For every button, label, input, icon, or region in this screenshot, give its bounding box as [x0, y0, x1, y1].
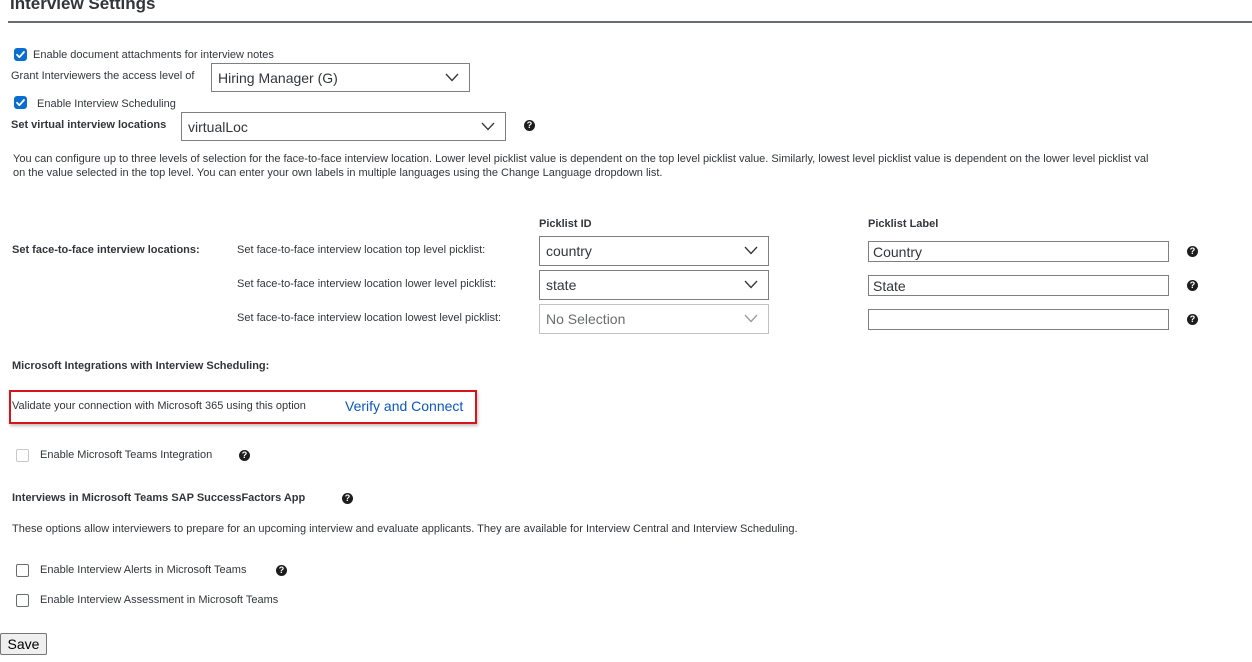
- interview-alerts-help-icon[interactable]: ?: [276, 565, 287, 576]
- top-level-picklist-value: country: [546, 243, 592, 259]
- page-title: Interview Settings: [10, 0, 156, 13]
- lowest-level-label-input[interactable]: [868, 309, 1169, 330]
- info-line-1: You can configure up to three levels of …: [13, 153, 1149, 165]
- picklist-id-header: Picklist ID: [539, 218, 592, 230]
- lower-level-picklist-label: Set face-to-face interview location lowe…: [237, 278, 497, 290]
- verify-and-connect-link[interactable]: Verify and Connect: [345, 398, 463, 414]
- lowest-level-help-icon[interactable]: ?: [1187, 314, 1198, 325]
- lower-level-picklist-value: state: [546, 277, 577, 293]
- info-line-2: on the value selected in the top level. …: [13, 167, 663, 179]
- teams-integration-help-icon[interactable]: ?: [239, 450, 250, 461]
- interview-alerts-label: Enable Interview Alerts in Microsoft Tea…: [40, 564, 247, 576]
- grant-access-label: Grant Interviewers the access level of: [11, 70, 195, 82]
- virtual-locations-value: virtualLoc: [188, 118, 248, 135]
- checkmark-icon: [16, 99, 25, 107]
- teams-app-heading: Interviews in Microsoft Teams SAP Succes…: [12, 492, 306, 504]
- doc-attachments-checkbox[interactable]: [14, 48, 27, 61]
- lower-level-help-icon[interactable]: ?: [1187, 280, 1198, 291]
- lowest-level-picklist-label: Set face-to-face interview location lowe…: [237, 312, 502, 324]
- lowest-level-picklist-value: No Selection: [546, 311, 626, 327]
- teams-integration-label: Enable Microsoft Teams Integration: [40, 449, 213, 461]
- grant-access-value: Hiring Manager (G): [218, 69, 338, 86]
- face-to-face-section-label: Set face-to-face interview locations:: [12, 244, 200, 256]
- scheduling-label: Enable Interview Scheduling: [37, 98, 176, 110]
- teams-app-description: These options allow interviewers to prep…: [12, 523, 798, 535]
- top-level-picklist-select[interactable]: country: [539, 236, 769, 266]
- lower-level-label-value: State: [873, 277, 906, 294]
- scheduling-checkbox[interactable]: [14, 96, 27, 109]
- lowest-level-picklist-select[interactable]: No Selection: [539, 304, 769, 334]
- validate-connection-text: Validate your connection with Microsoft …: [12, 400, 306, 412]
- grant-access-select[interactable]: Hiring Manager (G): [211, 63, 470, 92]
- doc-attachments-label: Enable document attachments for intervie…: [33, 49, 274, 61]
- top-level-picklist-label: Set face-to-face interview location top …: [237, 244, 486, 256]
- chevron-down-icon: [445, 73, 459, 81]
- chevron-down-icon: [744, 314, 758, 323]
- chevron-down-icon: [481, 122, 495, 130]
- lower-level-picklist-select[interactable]: state: [539, 270, 769, 300]
- chevron-down-icon: [744, 246, 758, 255]
- microsoft-integrations-heading: Microsoft Integrations with Interview Sc…: [12, 360, 270, 372]
- top-level-label-input[interactable]: Country: [868, 241, 1169, 262]
- teams-integration-checkbox[interactable]: [16, 449, 29, 462]
- virtual-locations-select[interactable]: virtualLoc: [181, 112, 506, 141]
- interview-alerts-checkbox[interactable]: [16, 564, 29, 577]
- title-divider: [8, 21, 1252, 23]
- lower-level-label-input[interactable]: State: [868, 275, 1169, 296]
- chevron-down-icon: [744, 280, 758, 289]
- top-level-label-value: Country: [873, 243, 923, 260]
- top-level-help-icon[interactable]: ?: [1187, 246, 1198, 257]
- picklist-label-header: Picklist Label: [868, 218, 939, 230]
- virtual-locations-label: Set virtual interview locations: [11, 119, 167, 131]
- virtual-locations-help-icon[interactable]: ?: [524, 120, 535, 131]
- interview-assessment-label: Enable Interview Assessment in Microsoft…: [40, 594, 279, 606]
- checkmark-icon: [16, 51, 25, 59]
- interview-assessment-checkbox[interactable]: [16, 594, 29, 607]
- teams-app-help-icon[interactable]: ?: [342, 493, 353, 504]
- save-button[interactable]: Save: [0, 633, 47, 655]
